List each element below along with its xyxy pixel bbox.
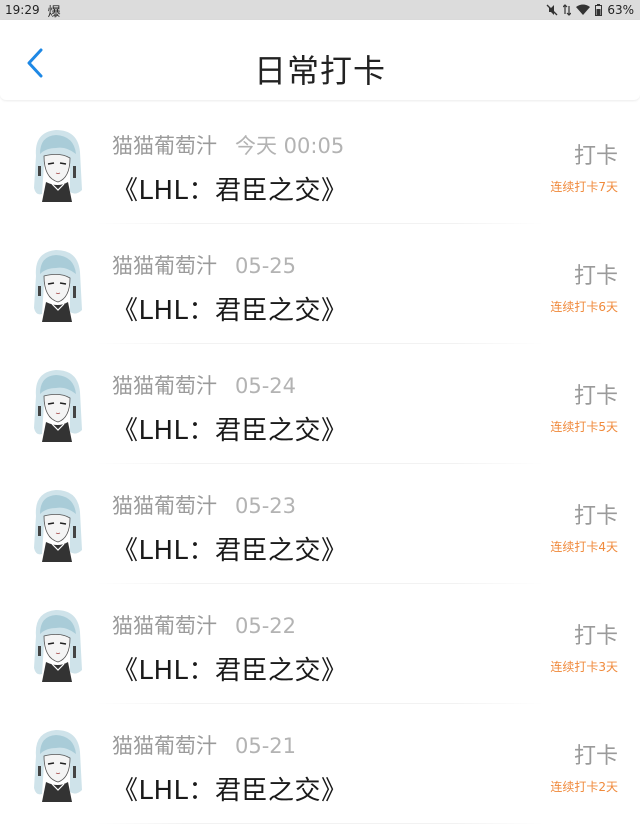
streak-label: 连续打卡4天 <box>550 540 618 554</box>
divider <box>95 823 545 824</box>
user-line: 猫猫葡萄汁 05-22 <box>112 610 296 640</box>
book-title[interactable]: 《LHL：君臣之交》 <box>112 530 348 567</box>
post-time: 05-25 <box>235 254 297 278</box>
book-title[interactable]: 《LHL：君臣之交》 <box>112 170 348 207</box>
username[interactable]: 猫猫葡萄汁 <box>112 490 217 520</box>
post-time: 05-24 <box>235 374 297 398</box>
user-line: 猫猫葡萄汁 今天 00:05 <box>112 130 344 160</box>
user-line: 猫猫葡萄汁 05-24 <box>112 370 296 400</box>
username[interactable]: 猫猫葡萄汁 <box>112 250 217 280</box>
status-icons: 63% <box>546 3 634 17</box>
list-item[interactable]: 猫猫葡萄汁 05-23 《LHL：君臣之交》 打卡 连续打卡4天 <box>0 464 640 584</box>
list-item[interactable]: 猫猫葡萄汁 今天 00:05 《LHL：君臣之交》 打卡 连续打卡7天 <box>0 104 640 224</box>
header-bar: 日常打卡 <box>0 20 640 100</box>
checkin-button[interactable]: 打卡 <box>574 258 618 290</box>
checkin-button[interactable]: 打卡 <box>574 498 618 530</box>
avatar[interactable] <box>26 366 88 442</box>
checkin-button[interactable]: 打卡 <box>574 618 618 650</box>
battery-level: 63% <box>607 3 634 17</box>
user-line: 猫猫葡萄汁 05-21 <box>112 730 296 760</box>
streak-label: 连续打卡2天 <box>550 780 618 794</box>
streak-label: 连续打卡5天 <box>550 420 618 434</box>
book-title[interactable]: 《LHL：君臣之交》 <box>112 650 348 687</box>
wifi-icon <box>576 4 591 16</box>
streak-label: 连续打卡3天 <box>550 660 618 674</box>
post-time: 05-22 <box>235 614 297 638</box>
avatar[interactable] <box>26 606 88 682</box>
status-bar: 19:29 爆 63% <box>0 0 640 20</box>
list-item[interactable]: 猫猫葡萄汁 05-22 《LHL：君臣之交》 打卡 连续打卡3天 <box>0 584 640 704</box>
streak-label: 连续打卡7天 <box>550 180 618 194</box>
avatar[interactable] <box>26 486 88 562</box>
book-title[interactable]: 《LHL：君臣之交》 <box>112 410 348 447</box>
checkin-list: 猫猫葡萄汁 今天 00:05 《LHL：君臣之交》 打卡 连续打卡7天 猫猫葡萄… <box>0 104 640 824</box>
data-arrows-icon <box>563 4 572 16</box>
status-time: 19:29 <box>5 3 40 17</box>
avatar[interactable] <box>26 726 88 802</box>
username[interactable]: 猫猫葡萄汁 <box>112 730 217 760</box>
checkin-button[interactable]: 打卡 <box>574 738 618 770</box>
streak-label: 连续打卡6天 <box>550 300 618 314</box>
list-item[interactable]: 猫猫葡萄汁 05-25 《LHL：君臣之交》 打卡 连续打卡6天 <box>0 224 640 344</box>
username[interactable]: 猫猫葡萄汁 <box>112 130 217 160</box>
checkin-button[interactable]: 打卡 <box>574 378 618 410</box>
username[interactable]: 猫猫葡萄汁 <box>112 610 217 640</box>
page-title: 日常打卡 <box>253 52 386 90</box>
avatar[interactable] <box>26 126 88 202</box>
book-title[interactable]: 《LHL：君臣之交》 <box>112 290 348 327</box>
list-item[interactable]: 猫猫葡萄汁 05-24 《LHL：君臣之交》 打卡 连续打卡5天 <box>0 344 640 464</box>
post-time: 05-21 <box>235 734 297 758</box>
post-time: 05-23 <box>235 494 297 518</box>
avatar[interactable] <box>26 246 88 322</box>
status-app-icon: 爆 <box>47 4 61 20</box>
user-line: 猫猫葡萄汁 05-25 <box>112 250 296 280</box>
checkin-button[interactable]: 打卡 <box>574 138 618 170</box>
list-item[interactable]: 猫猫葡萄汁 05-21 《LHL：君臣之交》 打卡 连续打卡2天 <box>0 704 640 824</box>
user-line: 猫猫葡萄汁 05-23 <box>112 490 296 520</box>
username[interactable]: 猫猫葡萄汁 <box>112 370 217 400</box>
mute-icon <box>546 4 558 16</box>
book-title[interactable]: 《LHL：君臣之交》 <box>112 770 348 807</box>
post-time: 今天 00:05 <box>235 134 345 158</box>
battery-icon <box>595 4 603 16</box>
